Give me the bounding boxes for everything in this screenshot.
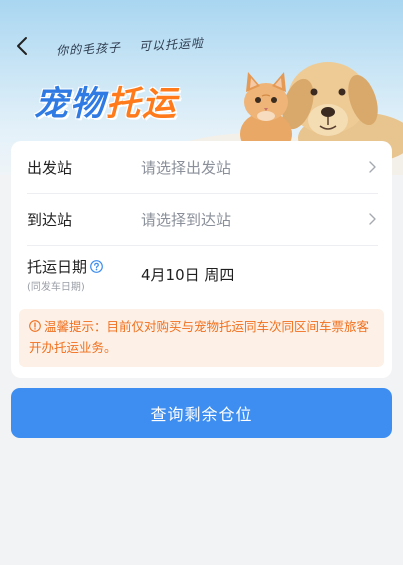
warm-tip-notice: 温馨提示：目前仅对购买与宠物托运同车次同区间车票旅客开办托运业务。 bbox=[19, 309, 384, 367]
warning-icon bbox=[29, 320, 41, 332]
arrival-label: 到达站 bbox=[27, 210, 73, 229]
headline-orange: 托运 bbox=[106, 84, 178, 124]
headline-blue: 宠物 bbox=[34, 84, 106, 124]
pet-consignment-page: 你的毛孩子 可以托运啦 宠物托运 出发站 请选择出发站 到达站 请选择到达站 托… bbox=[0, 0, 403, 565]
chevron-right-icon bbox=[364, 209, 376, 229]
chevron-right-icon bbox=[364, 157, 376, 177]
slogan-part1: 你的毛孩子 bbox=[55, 40, 122, 58]
chevron-left-icon bbox=[17, 37, 27, 55]
date-sublabel: (同发车日期) bbox=[27, 281, 85, 293]
date-label: 托运日期 bbox=[27, 257, 88, 276]
date-label-group: 托运日期 (同发车日期) bbox=[27, 256, 141, 293]
date-label-line: 托运日期 bbox=[27, 256, 141, 277]
notice-text: 温馨提示：目前仅对购买与宠物托运同车次同区间车票旅客开办托运业务。 bbox=[29, 319, 370, 355]
departure-placeholder: 请选择出发站 bbox=[141, 158, 232, 177]
back-button[interactable] bbox=[10, 34, 34, 58]
help-icon[interactable] bbox=[90, 259, 103, 273]
arrival-placeholder: 请选择到达站 bbox=[141, 210, 232, 229]
date-value: 4月10日 周四 bbox=[141, 265, 235, 284]
banner-headline: 宠物托运 bbox=[34, 76, 178, 125]
departure-label: 出发站 bbox=[27, 158, 73, 177]
consignment-date-field[interactable]: 托运日期 (同发车日期) 4月10日 周四 bbox=[27, 245, 376, 303]
departure-station-field[interactable]: 出发站 请选择出发站 bbox=[27, 141, 376, 193]
arrival-station-field[interactable]: 到达站 请选择到达站 bbox=[27, 193, 376, 245]
consignment-form-card: 出发站 请选择出发站 到达站 请选择到达站 托运日期 (同发车日期) 4月10日… bbox=[11, 141, 392, 378]
query-remaining-space-button[interactable]: 查询剩余仓位 bbox=[11, 388, 392, 438]
